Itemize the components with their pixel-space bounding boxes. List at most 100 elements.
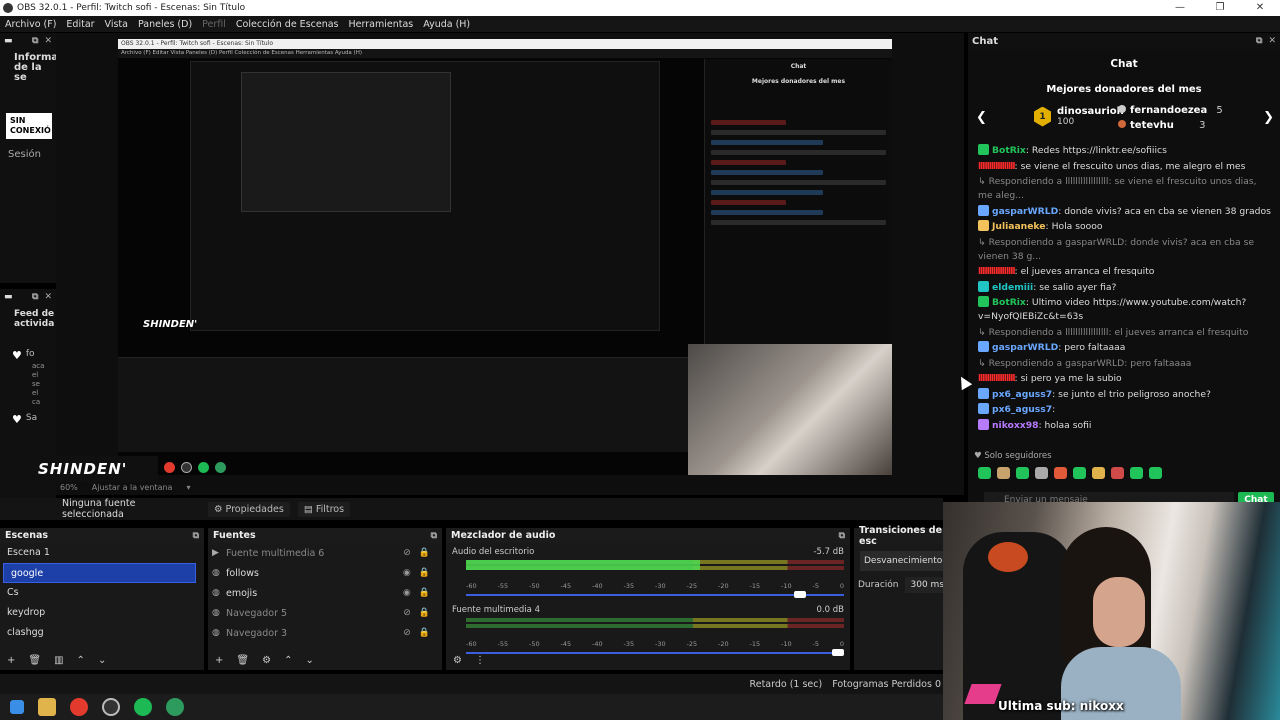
menu-bar: Archivo (F) Editar Vista Paneles (D) Per… <box>0 16 1280 32</box>
windows-start-icon[interactable] <box>10 700 24 714</box>
source-item[interactable]: ▶ Fuente multimedia 6 ⊘ 🔒 <box>208 543 442 563</box>
menu-profile[interactable]: Perfil <box>197 19 231 30</box>
eye-hidden-icon[interactable]: ⊘ <box>403 548 411 558</box>
menu-docks[interactable]: Paneles (D) <box>133 19 197 30</box>
chat-username[interactable]: BotRix <box>992 297 1026 308</box>
fit-window-button[interactable]: Ajustar a la ventana <box>92 483 173 492</box>
sources-title: Fuentes <box>213 530 256 541</box>
file-explorer-icon[interactable] <box>38 698 56 716</box>
filter-icon[interactable]: ▥ <box>54 655 63 666</box>
dock-undock-icon[interactable]: ⧉ <box>1256 36 1262 46</box>
eye-hidden-icon[interactable]: ⊘ <box>403 628 411 638</box>
lock-icon[interactable]: 🔒 <box>419 608 430 618</box>
scene-item[interactable]: Cs <box>0 583 204 603</box>
maximize-button[interactable]: ❐ <box>1200 0 1240 16</box>
add-icon[interactable]: + <box>215 655 223 666</box>
emote-icon[interactable] <box>1130 467 1143 479</box>
dock-undock-icon[interactable]: ⧉ <box>32 292 38 302</box>
chat-username[interactable]: lllllllllllllllll <box>978 161 1016 172</box>
menu-edit[interactable]: Editar <box>61 19 99 30</box>
chat-username[interactable]: eldemiii <box>992 282 1033 293</box>
slider-knob[interactable] <box>794 591 807 598</box>
dock-menu-icon[interactable]: ⧉ <box>431 531 437 541</box>
emote-icon[interactable] <box>1054 467 1067 479</box>
add-icon[interactable]: + <box>7 655 15 666</box>
menu-tools[interactable]: Herramientas <box>344 19 419 30</box>
emote-icon[interactable] <box>1149 467 1162 479</box>
chrome-icon[interactable] <box>70 698 88 716</box>
source-item[interactable]: ◍ emojis ◉ 🔒 <box>208 583 442 603</box>
chat-username[interactable]: gasparWRLD <box>992 206 1058 217</box>
chrome-profile-icon[interactable] <box>166 698 184 716</box>
chat-username[interactable]: px6_aguss7 <box>992 389 1052 400</box>
chat-username[interactable]: lllllllllllllllll <box>978 266 1016 277</box>
move-up-icon[interactable]: ⌃ <box>77 655 85 666</box>
minimize-button[interactable]: — <box>1160 0 1200 16</box>
chat-username[interactable]: px6_aguss7 <box>992 404 1052 415</box>
emote-icon[interactable] <box>1073 467 1086 479</box>
dock-menu-icon[interactable]: ⧉ <box>839 531 845 541</box>
dock-menu-icon[interactable]: ⧉ <box>193 531 199 541</box>
scene-item[interactable]: Escena 1 <box>0 543 204 563</box>
emote-icon[interactable] <box>1016 467 1029 479</box>
menu-help[interactable]: Ayuda (H) <box>418 19 475 30</box>
source-item[interactable]: ◍ Navegador 5 ⊘ 🔒 <box>208 603 442 623</box>
lock-icon[interactable]: 🔒 <box>419 588 430 598</box>
remove-icon[interactable]: 🗑 <box>236 655 249 666</box>
dock-close-icon[interactable]: ✕ <box>44 292 52 302</box>
remove-icon[interactable]: 🗑 <box>28 655 41 666</box>
chat-username[interactable]: Juliaaneke <box>992 221 1046 232</box>
dock-undock-icon[interactable]: ⧉ <box>32 36 38 46</box>
emote-icon[interactable] <box>997 467 1010 479</box>
zoom-level[interactable]: 60% <box>60 483 78 492</box>
source-item[interactable]: ◍ follows ◉ 🔒 <box>208 563 442 583</box>
lock-icon[interactable]: 🔒 <box>419 628 430 638</box>
emote-icon[interactable] <box>1035 467 1048 479</box>
meter-tick-label: -45 <box>560 640 572 648</box>
eye-icon[interactable]: ◉ <box>403 588 411 598</box>
lock-icon[interactable]: 🔒 <box>419 548 430 558</box>
chevron-down-icon[interactable]: ▾ <box>186 483 190 492</box>
dock-float-icon[interactable]: ▬ <box>4 36 13 46</box>
chat-message: BotRix: Redes https://linktr.ee/sofiiics <box>978 144 1274 158</box>
chevron-left-icon[interactable]: ❮ <box>976 110 987 125</box>
chat-username[interactable]: nikoxx98 <box>992 420 1039 431</box>
emote-icon[interactable] <box>978 467 991 479</box>
source-item[interactable]: ◍ Navegador 3 ⊘ 🔒 <box>208 623 442 643</box>
menu-scene-collection[interactable]: Colección de Escenas <box>231 19 344 30</box>
chevron-right-icon[interactable]: ❯ <box>1263 110 1274 125</box>
eye-icon[interactable]: ◉ <box>403 568 411 578</box>
properties-button[interactable]: ⚙ Propiedades <box>208 501 290 517</box>
chat-username[interactable]: BotRix <box>992 145 1026 156</box>
scene-item[interactable]: clashgg <box>0 623 204 643</box>
dock-close-icon[interactable]: ✕ <box>44 36 52 46</box>
move-down-icon[interactable]: ⌄ <box>98 655 106 666</box>
mixer-menu-icon[interactable]: ⋮ <box>475 655 485 666</box>
emote-icon[interactable] <box>1092 467 1105 479</box>
obs-taskbar-icon[interactable] <box>102 698 120 716</box>
mixer-settings-icon[interactable]: ⚙ <box>453 655 462 666</box>
move-up-icon[interactable]: ⌃ <box>284 655 292 666</box>
feed-item-label: Sa <box>25 413 38 423</box>
spotify-icon[interactable] <box>134 698 152 716</box>
chrome-alt-icon <box>215 462 226 473</box>
eye-hidden-icon[interactable]: ⊘ <box>403 608 411 618</box>
dock-float-icon[interactable]: ▬ <box>4 292 13 302</box>
lock-icon[interactable]: 🔒 <box>419 568 430 578</box>
chat-username[interactable]: gasparWRLD <box>992 342 1058 353</box>
meter-tick-label: -40 <box>592 582 603 590</box>
filters-button[interactable]: ▤ Filtros <box>297 501 351 517</box>
menu-file[interactable]: Archivo (F) <box>0 19 61 30</box>
move-down-icon[interactable]: ⌄ <box>305 655 313 666</box>
dock-close-icon[interactable]: ✕ <box>1268 36 1276 46</box>
scene-item-selected[interactable]: google <box>3 563 196 583</box>
user-badge-icon <box>978 204 989 216</box>
volume-slider[interactable] <box>466 591 844 599</box>
transition-select[interactable]: Desvanecimiento <box>860 551 944 571</box>
scene-item[interactable]: keydrop <box>0 603 204 623</box>
gear-icon[interactable]: ⚙ <box>262 655 271 666</box>
menu-view[interactable]: Vista <box>100 19 133 30</box>
chat-username[interactable]: lllllllllllllllll <box>978 373 1016 384</box>
emote-icon[interactable] <box>1111 467 1124 479</box>
close-button[interactable]: ✕ <box>1240 0 1280 16</box>
